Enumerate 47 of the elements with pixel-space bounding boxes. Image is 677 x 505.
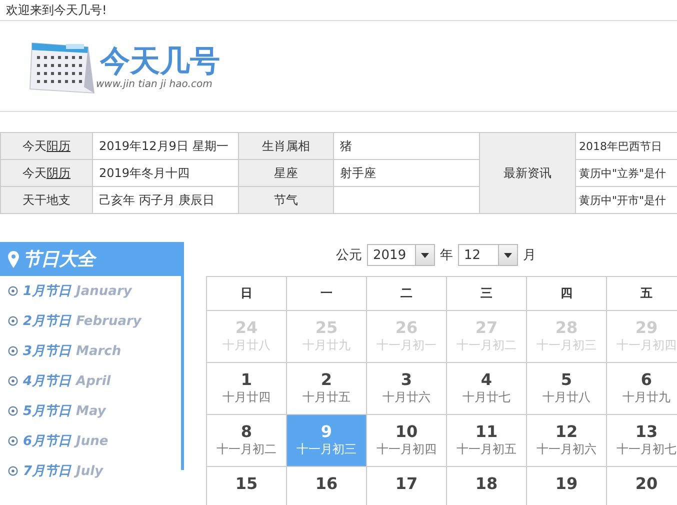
row-label: 节气 — [274, 192, 298, 206]
dropdown-arrow-icon — [504, 252, 512, 258]
weekday-header: 五 — [640, 286, 652, 300]
circle-dot-icon — [8, 346, 18, 356]
circle-dot-icon — [8, 316, 18, 326]
day-cell[interactable]: 3 十月廿六 — [366, 362, 446, 414]
day-cell[interactable]: 1 十月廿四 — [206, 362, 286, 414]
month-select[interactable]: 12 — [458, 244, 518, 266]
row-label: 天干地支 — [22, 192, 70, 206]
calendar-link[interactable]: 阳历 — [46, 138, 70, 152]
news-label: 最新资讯 — [504, 166, 552, 180]
row-label: 今天 — [22, 138, 46, 152]
weekday-header: 二 — [400, 286, 412, 300]
day-cell[interactable]: 12 十一月初六 — [526, 414, 606, 466]
day-cell[interactable]: 5 十月廿八 — [526, 362, 606, 414]
circle-dot-icon — [8, 436, 18, 446]
day-cell[interactable]: 4 十月廿七 — [446, 362, 526, 414]
weekday-header: 四 — [560, 286, 572, 300]
day-cell[interactable]: 15 — [206, 466, 286, 505]
row-value: 2019年冬月十四 — [99, 166, 190, 180]
circle-dot-icon — [8, 466, 18, 476]
day-cell[interactable]: 10 十一月初四 — [366, 414, 446, 466]
circle-dot-icon — [8, 406, 18, 416]
row-value: 己亥年 丙子月 庚辰日 — [99, 192, 215, 206]
era-label: 公元 — [336, 247, 362, 264]
logo-title: 今天几号 — [100, 46, 220, 76]
weekday-header: 三 — [480, 286, 492, 300]
row-value: 射手座 — [340, 166, 376, 180]
day-cell[interactable]: 11 十一月初五 — [446, 414, 526, 466]
row-value: 猪 — [340, 138, 352, 152]
year-label: 年 — [440, 247, 453, 264]
weekday-header: 日 — [240, 286, 252, 300]
sidebar-title: 节日大全 — [23, 248, 95, 271]
row-value: 2019年12月9日 星期一 — [99, 138, 228, 152]
month-label: 月 — [523, 247, 536, 264]
row-label: 今天 — [22, 166, 46, 180]
logo-url: www.jin tian ji hao.com — [96, 78, 214, 90]
circle-dot-icon — [8, 376, 18, 386]
location-pin-icon — [8, 250, 19, 268]
row-label: 生肖属相 — [262, 138, 310, 152]
dropdown-arrow-icon — [421, 252, 429, 258]
welcome-text: 欢迎来到今天几号! — [6, 3, 107, 17]
calendar-link[interactable]: 阴历 — [46, 166, 70, 180]
row-label: 星座 — [274, 166, 298, 180]
weekday-header: 一 — [320, 286, 332, 300]
circle-dot-icon — [8, 286, 18, 296]
year-select[interactable]: 2019 — [367, 244, 435, 266]
